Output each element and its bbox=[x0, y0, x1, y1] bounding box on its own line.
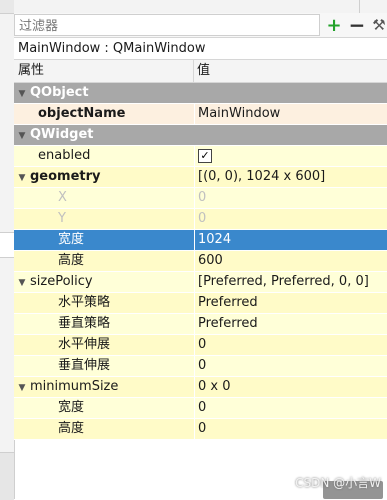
minus-icon[interactable]: − bbox=[347, 13, 367, 37]
top-panel-edge bbox=[14, 0, 387, 13]
property-row[interactable]: 高度 600 bbox=[14, 251, 387, 272]
header-value[interactable]: 值 bbox=[197, 60, 210, 82]
enabled-checkbox[interactable]: ✓ bbox=[198, 148, 212, 163]
plus-icon[interactable]: + bbox=[324, 15, 344, 36]
property-row[interactable]: Y 0 bbox=[14, 209, 387, 230]
property-row-selected[interactable]: 宽度 1024 bbox=[14, 230, 387, 251]
header-property[interactable]: 属性 bbox=[18, 60, 44, 82]
triangle-down-icon[interactable]: ▼ bbox=[14, 84, 30, 103]
property-row[interactable]: 水平伸展 0 bbox=[14, 335, 387, 356]
filter-input[interactable] bbox=[14, 14, 320, 36]
triangle-down-icon[interactable]: ▼ bbox=[14, 378, 30, 397]
property-row[interactable]: 垂直伸展 0 bbox=[14, 356, 387, 377]
left-panel-edge bbox=[0, 0, 15, 500]
left-panel-cap bbox=[0, 0, 14, 14]
wrench-icon[interactable]: ⚒ bbox=[369, 15, 387, 35]
object-title: MainWindow : QMainWindow bbox=[14, 38, 387, 59]
property-row[interactable]: 水平策略 Preferred bbox=[14, 293, 387, 314]
property-row[interactable]: objectName MainWindow bbox=[14, 104, 387, 125]
property-row[interactable]: enabled ✓ bbox=[14, 146, 387, 167]
watermark: CSDN @小言W bbox=[295, 476, 381, 490]
filter-toolbar: + − ⚒ bbox=[14, 13, 387, 38]
property-row[interactable]: ▼ geometry [(0, 0), 1024 x 600] bbox=[14, 167, 387, 188]
category-row[interactable]: ▼ QWidget bbox=[14, 125, 387, 146]
property-header: 属性 值 bbox=[14, 59, 387, 83]
property-row[interactable]: 高度 0 bbox=[14, 419, 387, 440]
property-row[interactable]: ▼ minimumSize 0 x 0 bbox=[14, 377, 387, 398]
property-row[interactable]: X 0 bbox=[14, 188, 387, 209]
category-row[interactable]: ▼ QObject bbox=[14, 83, 387, 104]
triangle-down-icon[interactable]: ▼ bbox=[14, 126, 30, 145]
triangle-down-icon[interactable]: ▼ bbox=[14, 273, 30, 292]
property-row[interactable]: 垂直策略 Preferred bbox=[14, 314, 387, 335]
left-panel-segment bbox=[0, 232, 14, 258]
property-list: ▼ QObject objectName MainWindow ▼ QWidget … bbox=[14, 83, 387, 440]
property-row[interactable]: 宽度 0 bbox=[14, 398, 387, 419]
triangle-down-icon[interactable]: ▼ bbox=[14, 168, 30, 187]
property-row[interactable]: ▼ sizePolicy [Preferred, Preferred, 0, 0] bbox=[14, 272, 387, 293]
left-panel-segment bbox=[0, 452, 14, 500]
